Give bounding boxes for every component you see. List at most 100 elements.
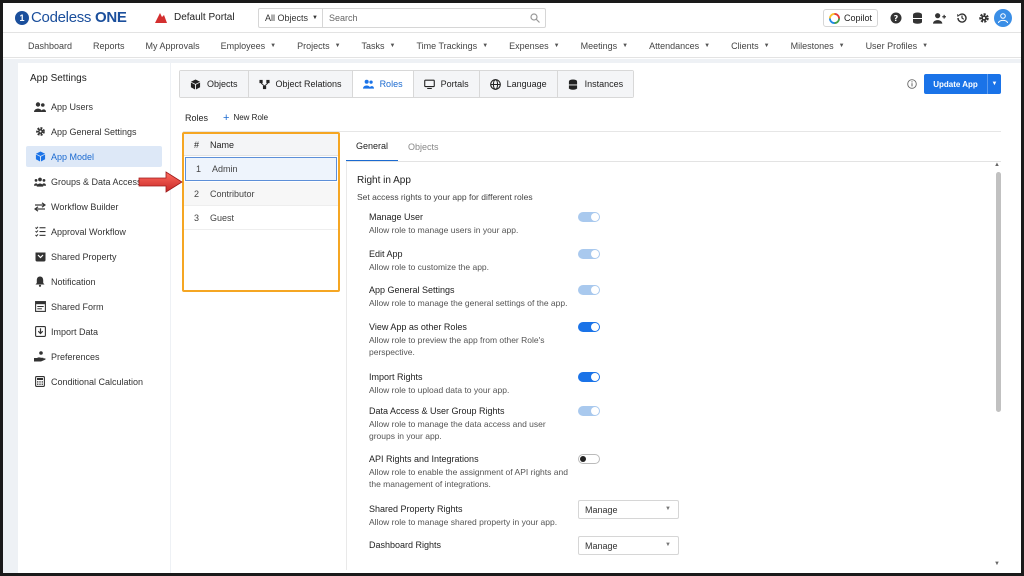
nav-item-expenses[interactable]: Expenses ▼ [509, 41, 559, 51]
nav-item-label: Expenses [509, 40, 549, 51]
toggle-knob [591, 213, 599, 221]
bell-icon [34, 276, 46, 287]
chevron-down-icon: ▼ [389, 42, 396, 49]
help-icon[interactable]: ? [889, 11, 902, 24]
top-bar: 1 Codeless ONE Default Portal All Object… [3, 3, 1021, 33]
monitor-icon [423, 79, 435, 90]
permission-description: Allow role to preview the app from other… [369, 335, 545, 357]
table-row[interactable]: 3 Guest [184, 206, 338, 230]
add-user-icon[interactable] [933, 11, 946, 24]
toggle-knob [591, 250, 599, 258]
tab-objects[interactable]: Objects [180, 71, 249, 97]
role-name: Contributor [210, 188, 255, 199]
permission-toggle[interactable] [578, 212, 600, 222]
permission-title: API Rights and Integrations [369, 454, 479, 464]
row-number: 3 [194, 212, 200, 223]
nav-item-reports[interactable]: Reports [93, 41, 125, 51]
nav-item-employees[interactable]: Employees ▼ [221, 41, 276, 51]
sidebar-item-notification[interactable]: Notification [26, 271, 162, 292]
permission-description: Allow role to upload data to your app. [369, 385, 510, 395]
scroll-up-icon[interactable]: ▲ [994, 162, 1000, 168]
permission-toggle[interactable] [578, 372, 600, 382]
permission-toggle[interactable] [578, 406, 600, 416]
nav-item-clients[interactable]: Clients ▼ [731, 41, 769, 51]
users-icon [34, 101, 46, 112]
sub-tab-general[interactable]: General [346, 132, 399, 162]
scrollbar[interactable]: ▲ ▼ [994, 162, 1003, 567]
copilot-button[interactable]: Copilot [823, 9, 878, 27]
permission-item: View App as other Roles Allow role to pre… [369, 322, 669, 358]
tab-portals[interactable]: Portals [413, 71, 480, 97]
sidebar-item-app-users[interactable]: App Users [26, 96, 162, 117]
chevron-down-icon: ▼ [922, 42, 929, 49]
logo[interactable]: 1 Codeless ONE [15, 9, 127, 26]
sub-tab-objects[interactable]: Objects [398, 132, 449, 162]
copilot-label: Copilot [844, 13, 873, 23]
permission-item: Import Rights Allow role to upload data t… [369, 372, 669, 396]
search-scope-select[interactable]: All Objects ▼ [259, 9, 323, 27]
update-app-button[interactable]: Update App ▼ [924, 74, 1001, 94]
sidebar-item-conditional-calculation[interactable]: Conditional Calculation [26, 371, 162, 392]
portal-switcher[interactable]: Default Portal [155, 12, 235, 23]
gear-icon[interactable] [977, 11, 990, 24]
chevron-down-icon[interactable]: ▼ [987, 74, 1001, 94]
chevron-down-icon: ▼ [553, 42, 560, 49]
rights-subtitle: Set access rights to your app for differ… [357, 192, 533, 202]
update-app-label: Update App [933, 79, 978, 89]
tab-instances[interactable]: Instances [557, 71, 634, 97]
new-role-button[interactable]: + New Role [223, 112, 268, 123]
nav-item-user-profiles[interactable]: User Profiles ▼ [866, 41, 928, 51]
nav-item-time-trackings[interactable]: Time Trackings ▼ [417, 41, 489, 51]
sidebar-item-label: App Users [51, 101, 94, 112]
permission-toggle[interactable] [578, 454, 600, 464]
sidebar-item-label: App General Settings [51, 126, 137, 137]
info-icon[interactable] [907, 79, 917, 89]
permission-item: Data Access & User Group Rights Allow rol… [369, 406, 669, 442]
nav-item-my-approvals[interactable]: My Approvals [146, 41, 200, 51]
search-icon[interactable] [525, 9, 545, 27]
chevron-down-icon: ▼ [334, 42, 341, 49]
sidebar-item-app-model[interactable]: App Model [26, 146, 162, 167]
nav-item-projects[interactable]: Projects ▼ [297, 41, 340, 51]
search-input[interactable] [323, 9, 525, 27]
sidebar-item-preferences[interactable]: Preferences [26, 346, 162, 367]
sidebar-item-workflow-builder[interactable]: Workflow Builder [26, 196, 162, 217]
sidebar-list: App Users App General Settings App Model Gr… [26, 96, 162, 396]
permission-select[interactable]: Manage ▼ [578, 500, 679, 519]
scroll-down-icon[interactable]: ▼ [994, 561, 1000, 567]
sidebar-item-approval-workflow[interactable]: Approval Workflow [26, 221, 162, 242]
nav-item-dashboard[interactable]: Dashboard [28, 41, 72, 51]
gear-icon [34, 126, 46, 137]
history-icon[interactable] [955, 11, 968, 24]
search-scope-label: All Objects [265, 13, 309, 23]
sidebar-item-app-general-settings[interactable]: App General Settings [26, 121, 162, 142]
nav-item-label: Tasks [361, 40, 385, 51]
nav-item-meetings[interactable]: Meetings ▼ [581, 41, 628, 51]
permission-select[interactable]: Manage ▼ [578, 536, 679, 555]
table-row[interactable]: 1 Admin [185, 157, 337, 181]
sidebar-item-import-data[interactable]: Import Data [26, 321, 162, 342]
tab-roles[interactable]: Roles [352, 71, 414, 97]
nav-item-label: My Approvals [145, 40, 200, 51]
tab-object-relations[interactable]: Object Relations [248, 71, 353, 97]
database-icon[interactable] [911, 11, 924, 24]
user-avatar[interactable] [994, 9, 1012, 27]
sidebar-item-shared-property[interactable]: Shared Property [26, 246, 162, 267]
permission-toggle[interactable] [578, 285, 600, 295]
tab-language[interactable]: Language [479, 71, 558, 97]
tab-label: Roles [379, 79, 403, 89]
scroll-thumb[interactable] [996, 172, 1001, 412]
chevron-down-icon: ▼ [665, 506, 671, 512]
nav-item-label: Time Trackings [416, 40, 478, 51]
permission-toggle[interactable] [578, 322, 600, 332]
permission-item: Shared Property Rights Allow role to mana… [369, 500, 679, 528]
column-header-name: Name [210, 139, 235, 150]
nav-item-label: Attendances [649, 40, 700, 51]
nav-item-milestones[interactable]: Milestones ▼ [791, 41, 845, 51]
sidebar-item-shared-form[interactable]: Shared Form [26, 296, 162, 317]
permission-toggle[interactable] [578, 249, 600, 259]
app-window: 1 Codeless ONE Default Portal All Object… [0, 0, 1024, 576]
nav-item-attendances[interactable]: Attendances ▼ [649, 41, 710, 51]
nav-item-tasks[interactable]: Tasks ▼ [362, 41, 396, 51]
table-row[interactable]: 2 Contributor [184, 182, 338, 206]
